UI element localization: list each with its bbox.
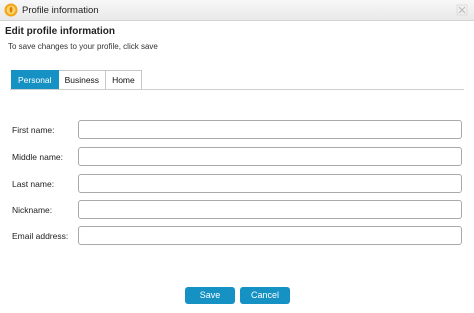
last-name-row: Last name: <box>0 174 474 193</box>
cancel-button[interactable]: Cancel <box>240 287 290 304</box>
save-button[interactable]: Save <box>185 287 235 304</box>
nickname-row: Nickname: <box>0 200 474 219</box>
last-name-field[interactable] <box>78 174 462 193</box>
close-icon[interactable] <box>456 4 468 16</box>
title-bar: Profile information <box>0 0 474 21</box>
email-label: Email address: <box>12 231 69 241</box>
page-subtitle: To save changes to your profile, click s… <box>8 42 158 51</box>
first-name-label: First name: <box>12 125 55 135</box>
middle-name-field[interactable] <box>78 147 462 166</box>
tab-business[interactable]: Business <box>58 70 107 89</box>
window-title: Profile information <box>22 5 99 16</box>
middle-name-row: Middle name: <box>0 147 474 166</box>
email-field[interactable] <box>78 226 462 245</box>
first-name-row: First name: <box>0 120 474 139</box>
last-name-label: Last name: <box>12 179 55 189</box>
email-row: Email address: <box>0 226 474 245</box>
tab-divider <box>10 89 464 90</box>
nickname-label: Nickname: <box>12 205 53 215</box>
page-title: Edit profile information <box>5 26 115 37</box>
profile-app-icon <box>4 3 18 17</box>
middle-name-label: Middle name: <box>12 152 64 162</box>
tab-personal[interactable]: Personal <box>11 70 59 89</box>
nickname-field[interactable] <box>78 200 462 219</box>
profile-tabs: Personal Business Home <box>11 70 142 89</box>
tab-home[interactable]: Home <box>106 70 142 89</box>
first-name-field[interactable] <box>78 120 462 139</box>
